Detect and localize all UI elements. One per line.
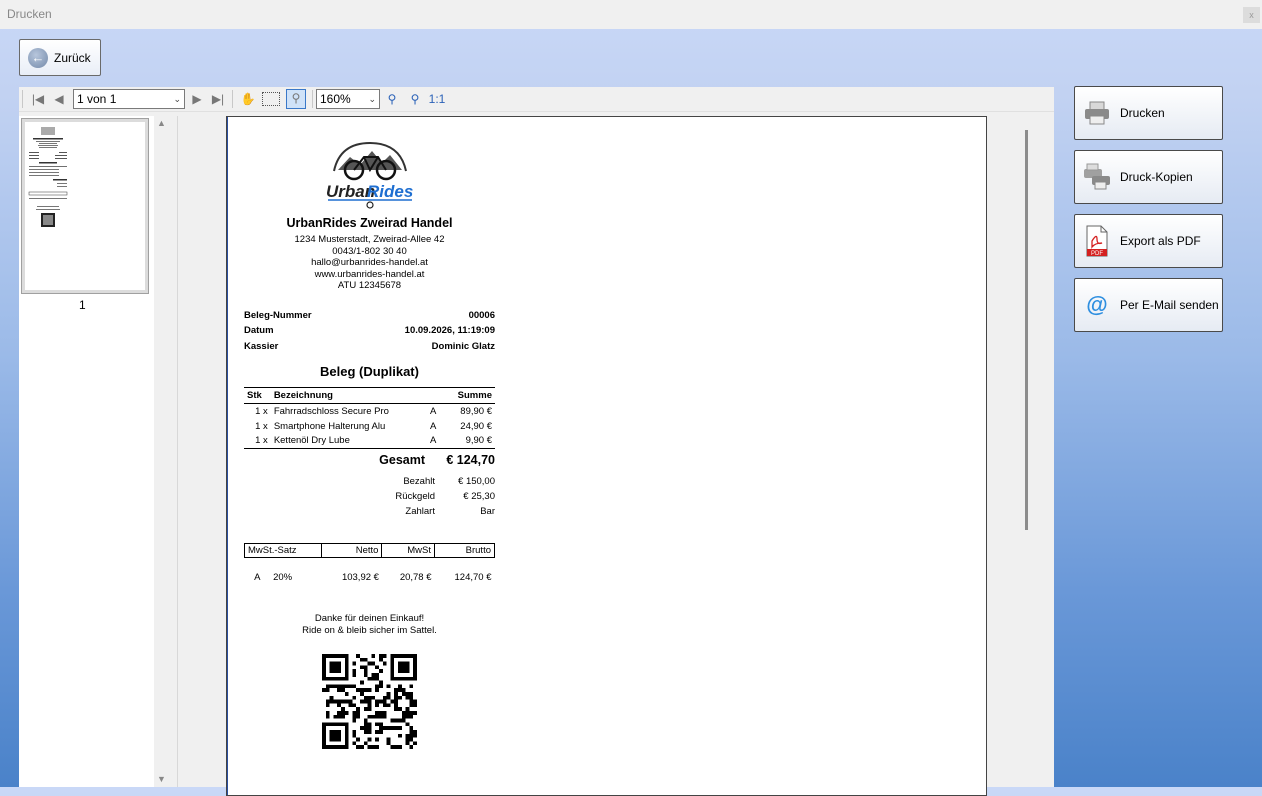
total-row: Gesamt € 124,70	[379, 453, 495, 467]
bicycle-logo-icon: Urban Rides	[326, 141, 413, 209]
thanks-line-2: Ride on & bleib sicher im Sattel.	[302, 624, 437, 636]
printer-copies-icon	[1082, 162, 1112, 192]
header-qty: Stk	[244, 387, 271, 404]
chevron-down-icon: ⌄	[368, 94, 376, 104]
previous-page-icon[interactable]: ◀	[53, 91, 65, 107]
shop-website: www.urbanrides-handel.at	[314, 268, 425, 280]
header-desc: Bezeichnung	[270, 387, 443, 404]
zoom-in-icon[interactable]: ⚲	[384, 91, 400, 107]
preview-toolbar: |◀ ◀ 1 von 1 ⌄ ▶ ▶| ✋ ⚲ 160% ⌄ ⚲ ⚲ 1:1	[19, 87, 1054, 112]
thumbnail-pane: 1	[19, 116, 170, 787]
payment-row: Rückgeld € 25,30	[395, 491, 495, 502]
table-row: 1 x Smartphone Halterung Alu A 24,90 €	[255, 420, 492, 432]
pdf-file-icon: PDF	[1082, 225, 1112, 257]
thanks-line-1: Danke für deinen Einkauf!	[314, 613, 425, 624]
qr-code-icon	[322, 654, 417, 749]
shop-name: UrbanRides Zweirad Handel	[286, 216, 453, 230]
page-select-value: 1 von 1	[77, 92, 117, 106]
tax-header-rate: MwSt.-Satz	[243, 543, 323, 558]
svg-text:Rides: Rides	[367, 182, 413, 201]
receipt-page: Urban Rides UrbanRides Zweirad Handel 12…	[226, 116, 987, 796]
title-bar: Drucken x	[0, 0, 1262, 29]
table-row: A 20% 103,92 € 20,78 € 124,70 €	[254, 572, 492, 583]
thumbnail-page-number: 1	[79, 298, 86, 312]
tax-header-gross: Brutto	[434, 543, 495, 558]
zoom-tool-icon[interactable]: ⚲	[286, 89, 306, 109]
zoom-select-value: 160%	[320, 92, 351, 106]
tax-table: MwSt.-Satz Netto MwSt Brutto A 20% 103,9…	[243, 543, 495, 583]
window-title: Drucken	[7, 7, 52, 21]
page-scrollbar[interactable]	[1025, 130, 1028, 530]
totals: Gesamt € 124,70 Bezahlt € 150,00 Rückgeld €…	[244, 449, 495, 519]
payment-row: Bezahlt € 150,00	[403, 476, 495, 487]
page-view: Urban Rides UrbanRides Zweirad Handel 12…	[177, 116, 1054, 796]
select-tool-icon[interactable]	[262, 92, 280, 106]
table-row: 1 x Kettenöl Dry Lube A 9,90 €	[244, 434, 495, 449]
zoom-reset-button[interactable]: 1:1	[427, 91, 447, 107]
meta-row: Kassier Dominic Glatz	[244, 340, 495, 352]
print-button-label: Drucken	[1120, 106, 1165, 120]
items-table: Stk Bezeichnung Summe 1 x Fahrradschloss …	[244, 387, 495, 449]
hand-tool-icon[interactable]: ✋	[239, 91, 257, 107]
close-button[interactable]: x	[1243, 7, 1260, 23]
last-page-icon[interactable]: ▶|	[211, 91, 225, 107]
email-button[interactable]: @ Per E-Mail senden	[1074, 278, 1223, 332]
first-page-icon[interactable]: |◀	[31, 91, 45, 107]
receipt-meta: Beleg-Nummer 00006 Datum 10.09.2026, 11:19…	[244, 310, 495, 357]
back-button-label: Zurück	[54, 50, 91, 65]
back-arrow-icon: ←	[28, 47, 48, 68]
shop-address: 1234 Musterstadt, Zweirad-Allee 42	[294, 234, 445, 245]
thumbnail-scrollbar[interactable]: ▲ ▼	[154, 116, 170, 787]
shop-vat-id: ATU 12345678	[337, 280, 402, 291]
export-pdf-button[interactable]: PDF Export als PDF	[1074, 214, 1223, 268]
receipt-title: Beleg (Duplikat)	[320, 364, 419, 379]
zoom-out-icon[interactable]: ⚲	[407, 91, 423, 107]
print-preview-viewer: |◀ ◀ 1 von 1 ⌄ ▶ ▶| ✋ ⚲ 160% ⌄ ⚲ ⚲ 1:1 1…	[19, 87, 1054, 796]
chevron-down-icon: ⌄	[173, 94, 181, 104]
back-button[interactable]: ← Zurück	[19, 39, 101, 76]
next-page-icon[interactable]: ▶	[191, 91, 203, 107]
qr-code	[322, 654, 417, 749]
tax-header-vat: MwSt	[381, 543, 436, 558]
export-pdf-label: Export als PDF	[1120, 234, 1201, 248]
zoom-select[interactable]: 160% ⌄	[316, 89, 380, 109]
meta-row: Beleg-Nummer 00006	[244, 309, 495, 321]
meta-row: Datum 10.09.2026, 11:19:09	[244, 325, 495, 336]
scroll-down-icon[interactable]: ▼	[157, 774, 166, 784]
table-row: 1 x Fahrradschloss Secure Pro A 89,90 €	[255, 405, 492, 417]
payment-row: Zahlart Bar	[405, 506, 495, 517]
thumbnail-preview	[28, 127, 68, 227]
print-button[interactable]: Drucken	[1074, 86, 1223, 140]
thumbnail-page	[25, 122, 145, 290]
receipt: Urban Rides UrbanRides Zweirad Handel 12…	[243, 117, 495, 749]
svg-text:PDF: PDF	[1091, 251, 1103, 257]
scroll-up-icon[interactable]: ▲	[157, 118, 166, 128]
page-thumbnail[interactable]	[21, 118, 149, 294]
print-copies-label: Druck-Kopien	[1120, 170, 1193, 184]
shop-email: hallo@urbanrides-handel.at	[311, 257, 428, 268]
shop-logo: Urban Rides	[244, 137, 495, 212]
email-button-label: Per E-Mail senden	[1120, 298, 1219, 312]
printer-icon	[1082, 98, 1112, 128]
at-sign-icon: @	[1086, 292, 1108, 317]
print-copies-button[interactable]: Druck-Kopien	[1074, 150, 1223, 204]
header-sum: Summe	[442, 387, 495, 404]
page-select[interactable]: 1 von 1 ⌄	[73, 89, 185, 109]
tax-header-net: Netto	[321, 543, 383, 558]
shop-phone: 0043/1-802 30 40	[332, 245, 407, 257]
